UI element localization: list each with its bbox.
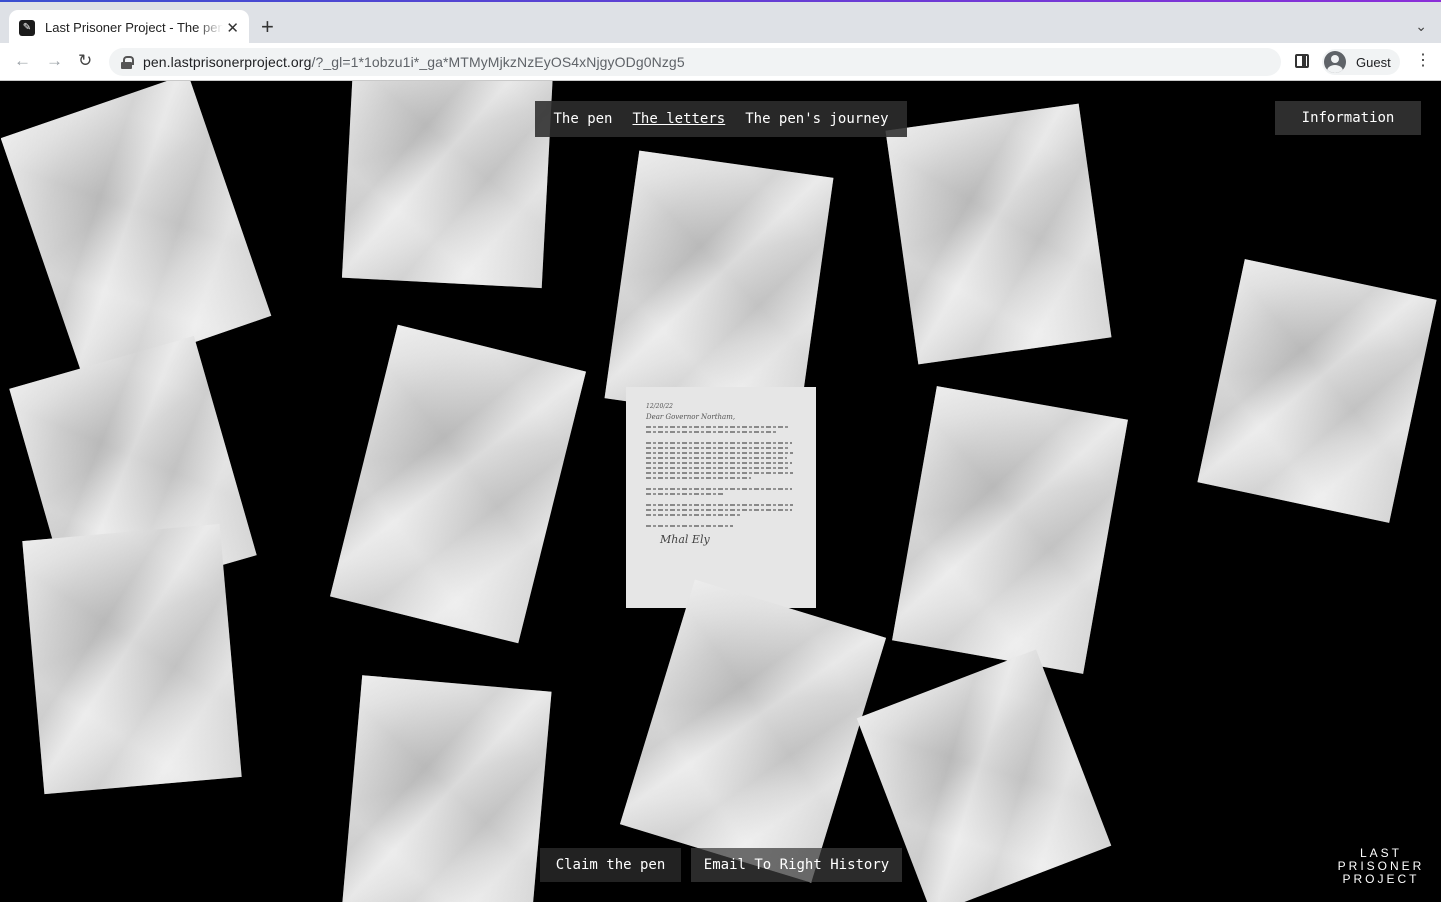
letter-card[interactable] (341, 81, 555, 289)
tab-title: Last Prisoner Project - The pen (45, 20, 223, 35)
handwriting-line (646, 452, 793, 454)
url-text[interactable]: pen.lastprisonerproject.org/?_gl=1*1obzu… (143, 54, 685, 70)
letter-card[interactable] (1, 81, 272, 381)
letter-card[interactable] (22, 523, 242, 795)
page-viewport: 12/20/22 Dear Governor Northam, Mhal Ely… (1, 81, 1441, 902)
lock-icon[interactable] (121, 55, 134, 69)
handwriting-line (646, 514, 741, 516)
handwriting-line (646, 457, 787, 459)
tab-search-chevron-icon[interactable]: ⌄ (1415, 18, 1427, 35)
letter-signature: Mhal Ely (660, 533, 710, 546)
side-panel-icon[interactable] (1295, 54, 1309, 68)
letter-card[interactable] (1197, 259, 1437, 523)
letter-salutation: Dear Governor Northam, (646, 413, 736, 421)
handwriting-line (646, 431, 778, 433)
nav-the-pens-journey[interactable]: The pen's journey (745, 111, 888, 127)
handwriting-line (646, 472, 793, 474)
handwriting-line (646, 509, 792, 511)
handwriting-line (646, 447, 789, 449)
profile-label: Guest (1356, 54, 1391, 70)
more-menu-icon[interactable]: ⋮ (1415, 52, 1431, 70)
forward-arrow-icon[interactable]: → (46, 51, 63, 71)
handwriting-line (646, 477, 751, 479)
new-tab-icon[interactable]: + (261, 16, 274, 38)
handwriting-line (646, 504, 793, 506)
last-prisoner-project-logo[interactable]: LAST PRISONER PROJECT (1336, 847, 1426, 886)
letter-card[interactable] (619, 579, 887, 883)
close-tab-icon[interactable]: ✕ (226, 19, 239, 37)
nav-the-pen[interactable]: The pen (553, 111, 612, 127)
back-arrow-icon[interactable]: ← (14, 51, 31, 71)
letter-date: 12/20/22 (646, 403, 673, 410)
email-to-right-history-button[interactable]: Email To Right History (691, 848, 902, 882)
url-path: /?_gl=1*1obzu1i*_ga*MTMyMjkzNzEyOS4xNjgy… (311, 54, 685, 70)
logo-line-3: PROJECT (1342, 872, 1420, 886)
handwriting-line (646, 462, 792, 464)
browser-chrome: ✎ Last Prisoner Project - The pen ✕ + ⌄ … (0, 0, 1441, 81)
avatar-icon (1324, 51, 1346, 73)
profile-button[interactable]: Guest (1322, 49, 1400, 75)
letter-card[interactable] (330, 324, 586, 644)
nav-the-letters[interactable]: The letters (633, 111, 726, 127)
letter-card[interactable] (340, 675, 552, 902)
letter-card[interactable] (892, 386, 1128, 674)
handwriting-line (646, 525, 733, 527)
tab-strip: ✎ Last Prisoner Project - The pen ✕ + ⌄ (0, 2, 1441, 45)
letter-card[interactable] (885, 103, 1112, 365)
address-bar[interactable]: pen.lastprisonerproject.org/?_gl=1*1obzu… (109, 48, 1281, 76)
section-nav: The pen The letters The pen's journey (535, 101, 907, 137)
browser-toolbar: ← → ↻ pen.lastprisonerproject.org/?_gl=1… (0, 43, 1441, 81)
pen-favicon-icon: ✎ (19, 19, 35, 36)
letter-featured[interactable]: 12/20/22 Dear Governor Northam, Mhal Ely (626, 387, 816, 608)
handwriting-line (646, 442, 792, 444)
browser-tab[interactable]: ✎ Last Prisoner Project - The pen ✕ (9, 10, 249, 45)
handwriting-line (646, 426, 790, 428)
letter-card[interactable] (604, 150, 834, 426)
handwriting-line (646, 488, 792, 490)
claim-the-pen-button[interactable]: Claim the pen (540, 848, 681, 882)
handwriting-line (646, 467, 790, 469)
reload-icon[interactable]: ↻ (78, 51, 92, 71)
handwriting-line (646, 493, 724, 495)
information-button[interactable]: Information (1275, 101, 1421, 135)
url-host: pen.lastprisonerproject.org (143, 54, 312, 70)
